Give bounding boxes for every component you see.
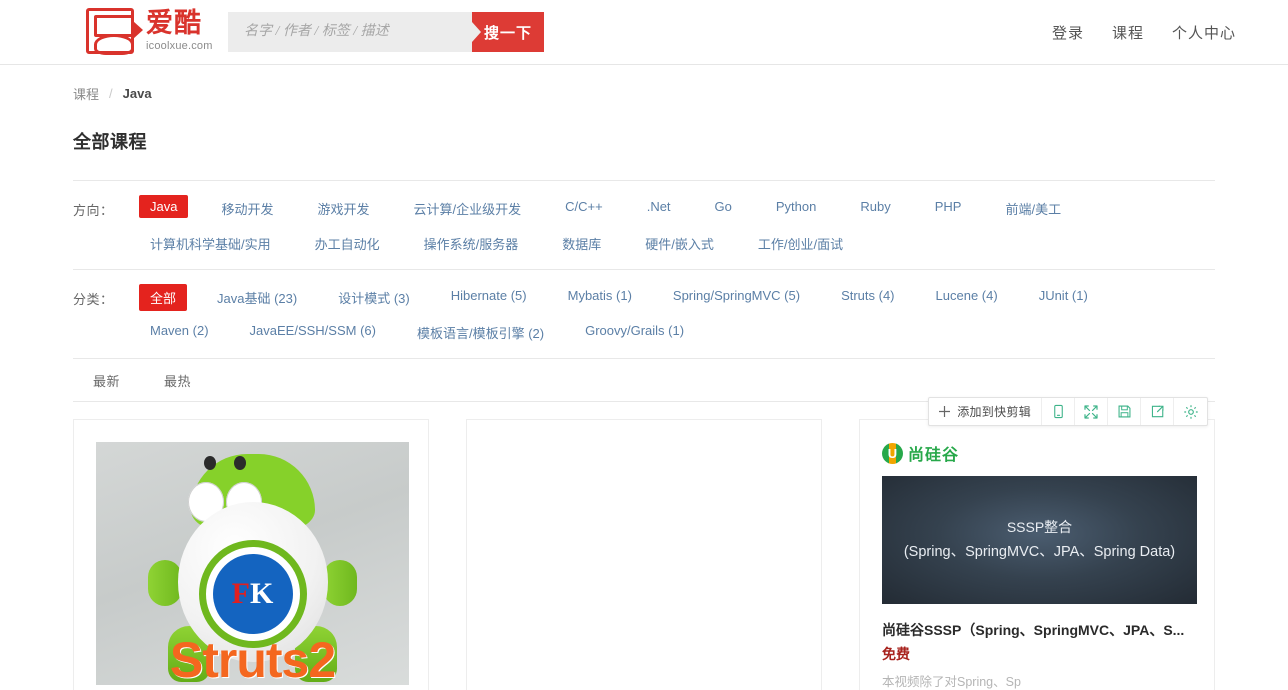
thumbnail-line-2: (Spring、SpringMVC、JPA、Spring Data) (903, 543, 1176, 560)
course-description: 本视频除了对Spring、Sp (882, 675, 1021, 690)
filter-tag-direction-13[interactable]: 操作系统/服务器 (413, 230, 530, 257)
filter-tag-category-10[interactable]: JavaEE/SSH/SSM (6) (239, 319, 387, 342)
filter-label-category: 分类： (73, 292, 114, 307)
nav-courses[interactable]: 课程 (1112, 22, 1144, 43)
plus-icon (939, 406, 951, 417)
page-title: 全部课程 (73, 132, 147, 152)
course-thumbnail-sssp: SSSP整合 (Spring、SpringMVC、JPA、Spring Data… (882, 476, 1197, 604)
filter-tag-category-6[interactable]: Struts (4) (830, 284, 905, 307)
course-title[interactable]: 尚硅谷SSSP（Spring、SpringMVC、JPA、S... (882, 621, 1194, 639)
filter-tag-direction-16[interactable]: 工作/创业/面试 (747, 230, 854, 257)
filter-tag-direction-10[interactable]: 前端/美工 (994, 195, 1072, 222)
course-thumbnail-struts2: FK Struts2 (96, 442, 409, 685)
filter-tag-direction-6[interactable]: Go (704, 195, 743, 218)
tab-hottest[interactable]: 最热 (164, 371, 191, 390)
filter-panel: 方向： Java 移动开发 游戏开发 云计算/企业级开发 C/C++ .Net Go Pyth… (73, 180, 1215, 402)
ext-save-button[interactable] (1108, 398, 1141, 425)
ext-fullscreen-button[interactable] (1075, 398, 1108, 425)
filter-tag-category-8[interactable]: JUnit (1) (1028, 284, 1099, 307)
course-price-badge: 免费 (882, 646, 910, 663)
brand-logo-shangguigu: 尚硅谷 (882, 442, 1194, 464)
filter-tag-direction-12[interactable]: 办工自动化 (304, 230, 391, 257)
filter-label-direction: 方向： (73, 203, 114, 218)
breadcrumb-root[interactable]: 课程 (73, 84, 99, 103)
filter-tag-direction-9[interactable]: PHP (924, 195, 973, 218)
site-header: 爱酷 icoolxue.com 搜一下 登录 课程 个人中心 (0, 0, 1288, 65)
search-button[interactable]: 搜一下 (472, 12, 544, 52)
nav-profile[interactable]: 个人中心 (1172, 22, 1236, 43)
thumbnail-title-text: Struts2 (169, 632, 336, 685)
filter-tag-category-1[interactable]: Java基础 (23) (206, 284, 308, 311)
filter-tag-direction-1[interactable]: 移动开发 (210, 195, 284, 222)
top-navigation: 登录 课程 个人中心 (1052, 0, 1236, 64)
filter-row-direction: 方向： Java 移动开发 游戏开发 云计算/企业级开发 C/C++ .Net Go Pyth… (73, 181, 1215, 270)
floppy-disk-icon (1118, 405, 1130, 418)
course-card-grid: FK Struts2 尚硅谷 (73, 397, 1215, 690)
filter-items-category: 全部 Java基础 (23) 设计模式 (3) Hibernate (5) Mybati… (139, 284, 1215, 346)
mascot-pupil-left-icon (204, 456, 216, 470)
shangguigu-mark-icon (882, 442, 903, 464)
gear-icon (1183, 404, 1198, 419)
search-bar: 搜一下 (228, 12, 544, 52)
mobile-icon (1053, 404, 1063, 419)
filter-tag-direction-0[interactable]: Java (139, 195, 189, 218)
filter-tag-category-11[interactable]: 模板语言/模板引擎 (2) (406, 319, 555, 346)
filter-items-direction: Java 移动开发 游戏开发 云计算/企业级开发 C/C++ .Net Go Python Ru… (139, 195, 1215, 257)
logo-seal-icon (86, 8, 134, 55)
quick-clip-extension-toolbar: 添加到快剪辑 (928, 397, 1208, 426)
tab-newest[interactable]: 最新 (93, 371, 120, 390)
site-logo[interactable]: 爱酷 icoolxue.com (86, 7, 212, 55)
breadcrumb-separator: / (109, 85, 113, 101)
course-card-sssp[interactable]: 尚硅谷 SSSP整合 (Spring、SpringMVC、JPA、Spring … (859, 397, 1215, 690)
share-export-icon (1151, 405, 1163, 418)
filter-tag-direction-15[interactable]: 硬件/嵌入式 (634, 230, 725, 257)
mascot-pupil-right-icon (234, 456, 246, 470)
filter-tag-direction-11[interactable]: 计算机科学基础/实用 (139, 230, 282, 257)
sort-tabs: 最新 最热 (73, 359, 1215, 402)
brand-name: 尚硅谷 (908, 447, 960, 464)
filter-tag-category-3[interactable]: Hibernate (5) (440, 284, 538, 307)
logo-domain: icoolxue.com (146, 40, 213, 52)
logo-name-cn: 爱酷 (146, 8, 202, 38)
filter-tag-category-7[interactable]: Lucene (4) (925, 284, 1009, 307)
logo-flag-icon (133, 21, 143, 39)
thumbnail-line-1: SSSP整合 (1006, 518, 1073, 535)
filter-row-category: 分类： 全部 Java基础 (23) 设计模式 (3) Hibernate (5) My… (73, 270, 1215, 359)
nav-login[interactable]: 登录 (1052, 22, 1084, 43)
filter-tag-direction-4[interactable]: C/C++ (554, 195, 614, 218)
filter-tag-direction-2[interactable]: 游戏开发 (306, 195, 380, 222)
expand-arrows-icon (1084, 404, 1098, 419)
add-to-quickclip-label: 添加到快剪辑 (957, 405, 1031, 419)
breadcrumb-current: Java (122, 85, 152, 101)
add-to-quickclip-button[interactable]: 添加到快剪辑 (929, 398, 1042, 425)
filter-tag-category-2[interactable]: 设计模式 (3) (327, 284, 421, 311)
filter-tag-category-12[interactable]: Groovy/Grails (1) (574, 319, 695, 342)
filter-tag-category-9[interactable]: Maven (2) (139, 319, 220, 342)
filter-tag-category-0[interactable]: 全部 (139, 284, 188, 311)
filter-tag-direction-3[interactable]: 云计算/企业级开发 (403, 195, 533, 222)
filter-tag-category-5[interactable]: Spring/SpringMVC (5) (662, 284, 811, 307)
search-input[interactable] (228, 12, 472, 52)
fk-badge-icon: FK (212, 554, 293, 634)
breadcrumb: 课程 / Java (73, 65, 1215, 102)
filter-tag-direction-5[interactable]: .Net (636, 195, 682, 218)
mascot-arm-right-icon (323, 560, 357, 606)
ext-share-button[interactable] (1141, 398, 1174, 425)
filter-tag-category-4[interactable]: Mybatis (1) (557, 284, 643, 307)
filter-tag-direction-7[interactable]: Python (765, 195, 827, 218)
filter-tag-direction-8[interactable]: Ruby (849, 195, 901, 218)
course-card-struts2[interactable]: FK Struts2 (73, 419, 429, 690)
filter-tag-direction-14[interactable]: 数据库 (551, 230, 612, 257)
ext-settings-button[interactable] (1174, 398, 1207, 425)
course-card-empty[interactable] (466, 419, 822, 690)
ext-mobile-preview-button[interactable] (1042, 398, 1075, 425)
